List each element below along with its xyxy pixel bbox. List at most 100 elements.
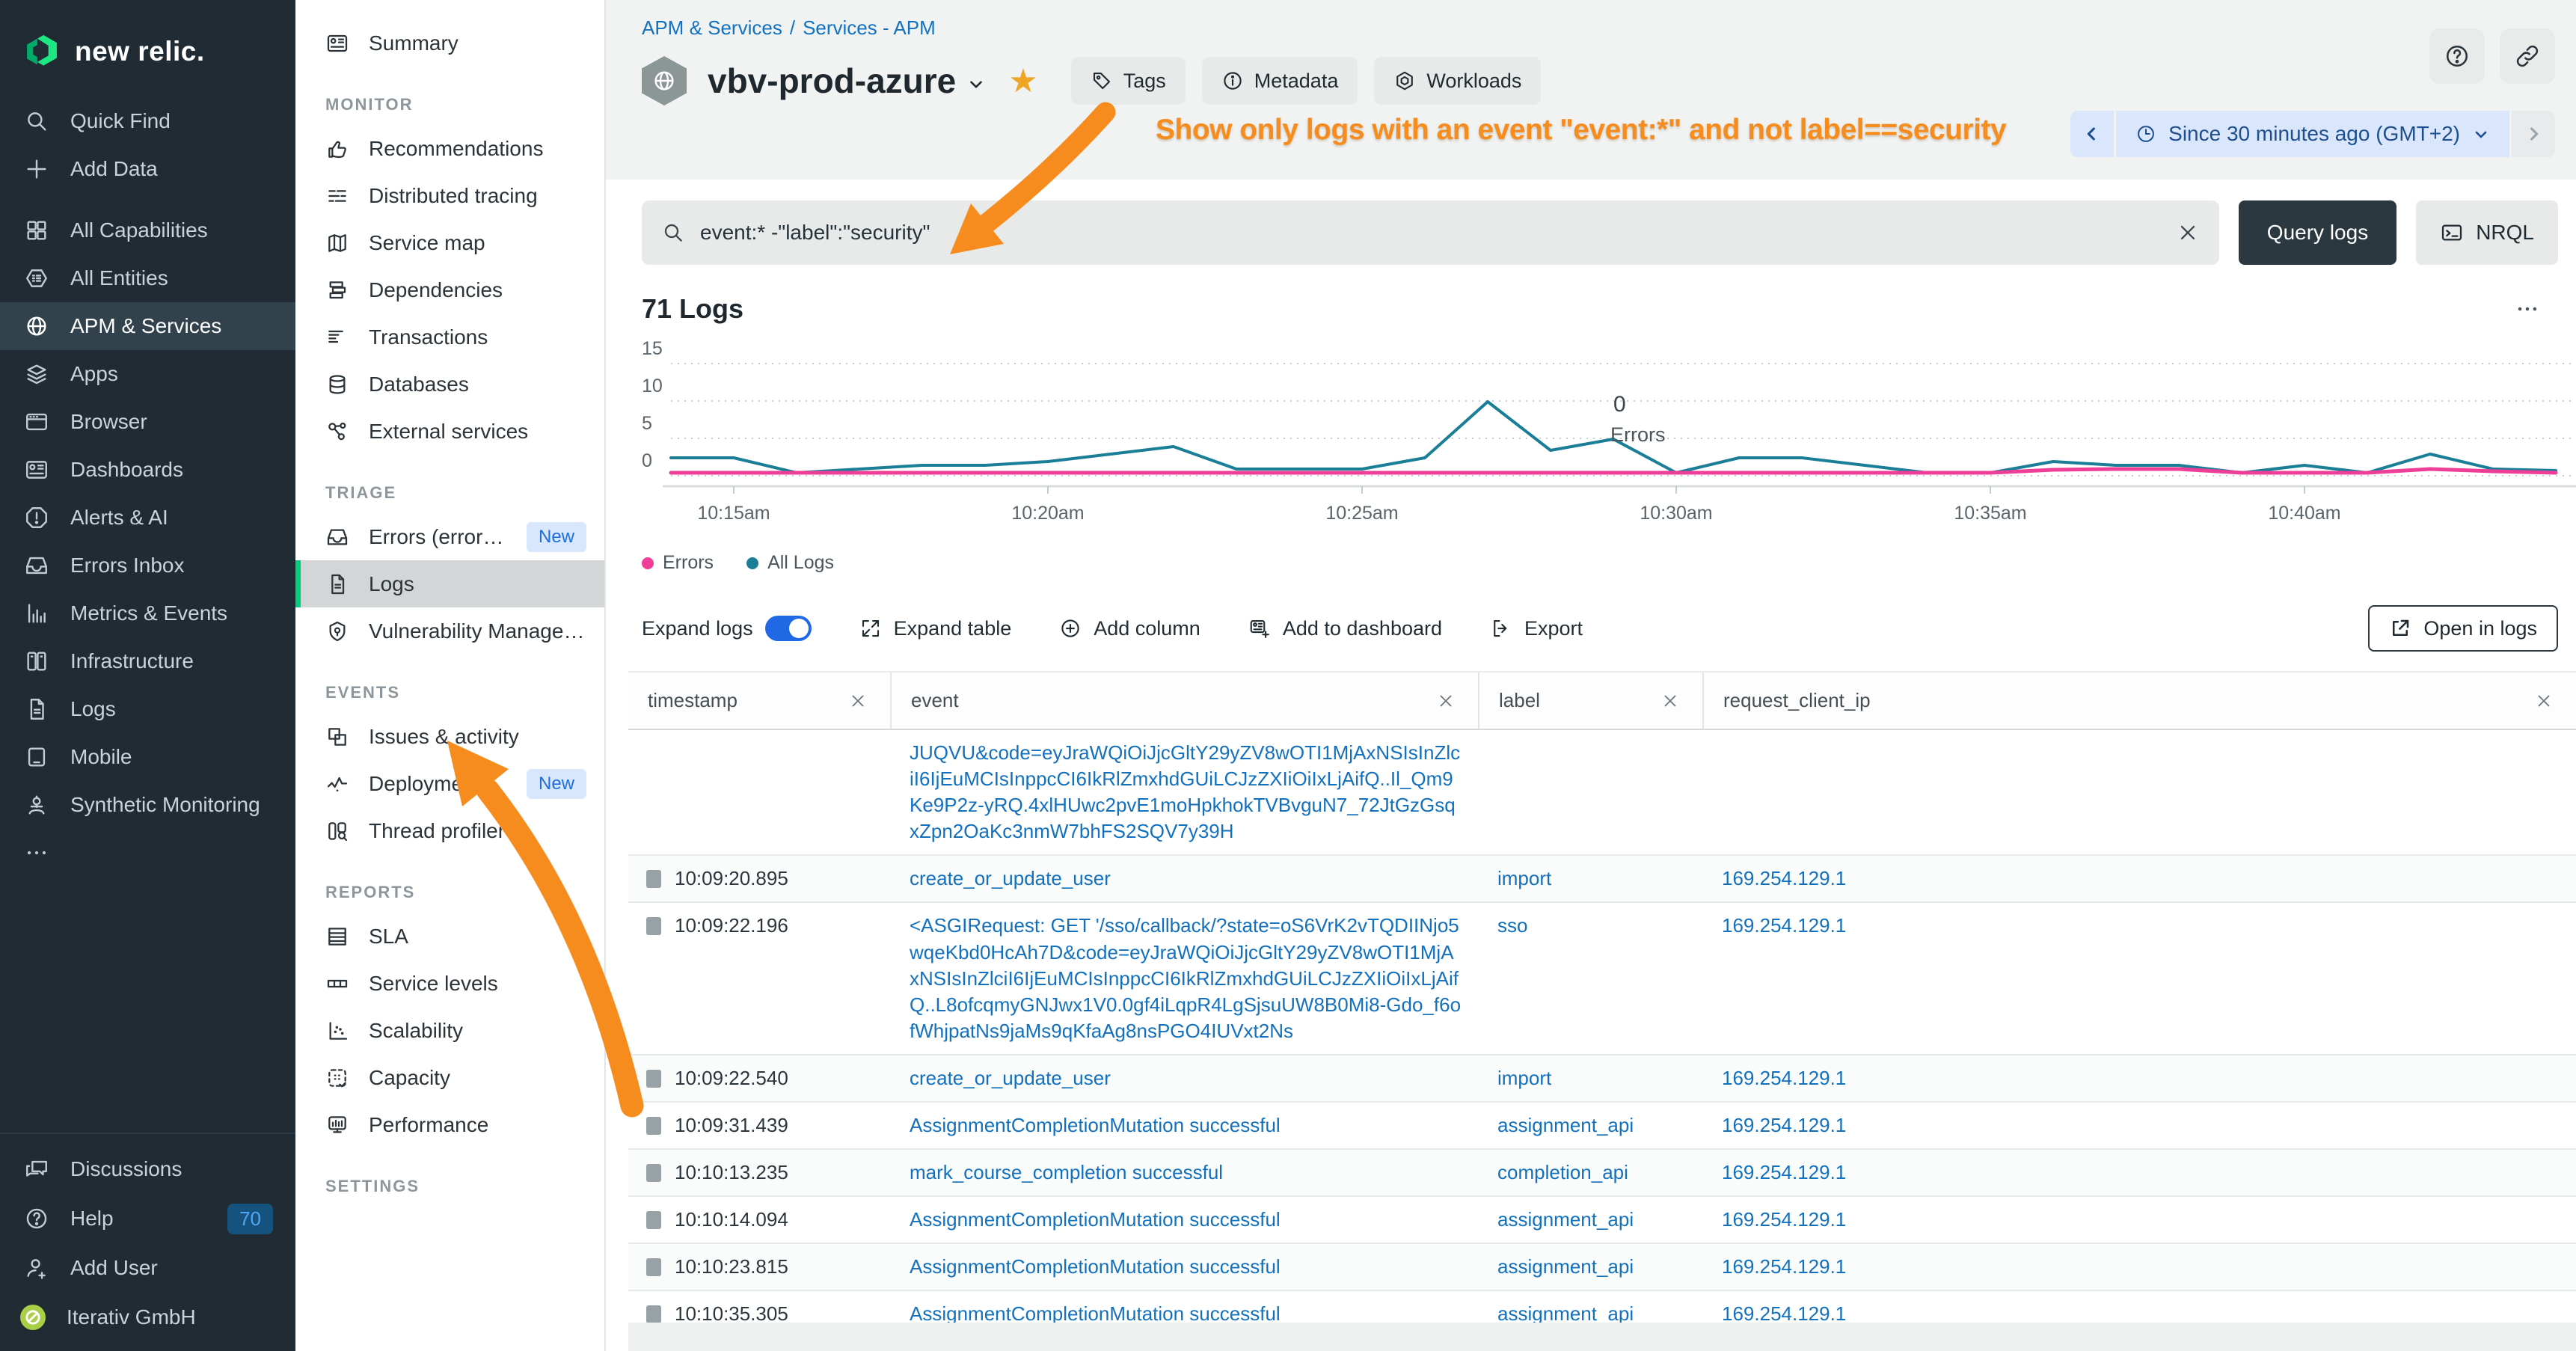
remove-column-button[interactable] <box>848 691 875 711</box>
sidebar-item-add-data[interactable]: Add Data <box>0 145 295 193</box>
subnav-item-logs[interactable]: Logs <box>295 560 604 607</box>
chevron-down-icon[interactable] <box>966 75 986 94</box>
table-row[interactable]: 10:09:20.895create_or_update_userimport1… <box>628 856 2576 903</box>
clear-query-button[interactable] <box>2176 221 2200 245</box>
subnav-item-capacity[interactable]: Capacity <box>295 1054 604 1101</box>
table-row[interactable]: JUQVU&code=eyJraWQiOiJjcGltY29yZV8wOTI1M… <box>628 730 2576 856</box>
remove-column-button[interactable] <box>1660 691 1687 711</box>
sidebar-footer-item-discussions[interactable]: Discussions <box>0 1145 295 1194</box>
remove-column-button[interactable] <box>2534 691 2561 711</box>
subnav-item-dependencies[interactable]: Dependencies <box>295 266 604 313</box>
event-link[interactable]: AssignmentCompletionMutation successful <box>910 1208 1281 1231</box>
event-link[interactable]: create_or_update_user <box>910 1067 1111 1089</box>
subnav-item-service-map[interactable]: Service map <box>295 219 604 266</box>
sidebar-item-mobile[interactable]: Mobile <box>0 733 295 781</box>
event-link[interactable]: AssignmentCompletionMutation successful <box>910 1255 1281 1278</box>
nrql-button[interactable]: NRQL <box>2416 200 2558 265</box>
log-row-marker[interactable] <box>646 1211 661 1229</box>
request-client-ip-link[interactable]: 169.254.129.1 <box>1722 867 1846 889</box>
log-row-marker[interactable] <box>646 917 661 935</box>
sidebar-item-more[interactable] <box>0 829 295 877</box>
log-row-marker[interactable] <box>646 1117 661 1135</box>
label-link[interactable]: assignment_api <box>1497 1208 1634 1231</box>
breadcrumb-services-apm[interactable]: Services - APM <box>803 16 936 39</box>
sidebar-item-apm-services[interactable]: APM & Services <box>0 302 295 350</box>
query-logs-button[interactable]: Query logs <box>2239 200 2396 265</box>
workloads-button[interactable]: Workloads <box>1374 57 1541 105</box>
help-button[interactable] <box>2429 28 2485 84</box>
request-client-ip-link[interactable]: 169.254.129.1 <box>1722 1161 1846 1183</box>
log-row-marker[interactable] <box>646 1164 661 1182</box>
subnav-item-sla[interactable]: SLA <box>295 913 604 960</box>
sidebar-item-quick-find[interactable]: Quick Find <box>0 97 295 145</box>
favorite-star-icon[interactable]: ★ <box>1008 62 1037 100</box>
sidebar-item-infrastructure[interactable]: Infrastructure <box>0 637 295 685</box>
event-link[interactable]: JUQVU&code=eyJraWQiOiJjcGltY29yZV8wOTI1M… <box>910 741 1460 842</box>
page-title[interactable]: vbv-prod-azure <box>708 61 956 101</box>
event-link[interactable]: AssignmentCompletionMutation successful <box>910 1114 1281 1136</box>
subnav-item-vulnerability-management[interactable]: Vulnerability Management <box>295 607 604 655</box>
sidebar-footer-item-help[interactable]: Help70 <box>0 1194 295 1243</box>
table-row[interactable]: 10:09:31.439AssignmentCompletionMutation… <box>628 1103 2576 1150</box>
legend-item-all-logs[interactable]: All Logs <box>746 552 834 574</box>
permalink-button[interactable] <box>2500 28 2555 84</box>
sidebar-item-errors-inbox[interactable]: Errors Inbox <box>0 542 295 589</box>
sidebar-item-synthetic-monitoring[interactable]: Synthetic Monitoring <box>0 781 295 829</box>
event-link[interactable]: mark_course_completion successful <box>910 1161 1223 1183</box>
sidebar-item-all-entities[interactable]: All Entities <box>0 254 295 302</box>
label-link[interactable]: assignment_api <box>1497 1114 1634 1136</box>
time-range-next-button[interactable] <box>2512 111 2555 157</box>
subnav-item-service-levels[interactable]: Service levels <box>295 960 604 1007</box>
table-row[interactable]: 10:10:14.094AssignmentCompletionMutation… <box>628 1197 2576 1244</box>
label-link[interactable]: import <box>1497 867 1551 889</box>
sidebar-item-browser[interactable]: Browser <box>0 398 295 446</box>
request-client-ip-link[interactable]: 169.254.129.1 <box>1722 1114 1846 1136</box>
subnav-item-transactions[interactable]: Transactions <box>295 313 604 361</box>
log-row-marker[interactable] <box>646 1305 661 1323</box>
remove-column-button[interactable] <box>1436 691 1463 711</box>
sidebar-item-all-capabilities[interactable]: All Capabilities <box>0 206 295 254</box>
subnav-item-scalability[interactable]: Scalability <box>295 1007 604 1054</box>
subnav-item-errors-errors-inb[interactable]: Errors (errors inb...New <box>295 513 604 560</box>
sidebar-item-apps[interactable]: Apps <box>0 350 295 398</box>
open-in-logs-button[interactable]: Open in logs <box>2368 605 2558 652</box>
event-link[interactable]: create_or_update_user <box>910 867 1111 889</box>
table-row[interactable]: 10:09:22.540create_or_update_userimport1… <box>628 1056 2576 1103</box>
export-button[interactable]: Export <box>1490 617 1583 640</box>
log-query-input[interactable] <box>700 221 2161 245</box>
subnav-item-deployments[interactable]: DeploymentsNew <box>295 760 604 807</box>
request-client-ip-link[interactable]: 169.254.129.1 <box>1722 1067 1846 1089</box>
subnav-item-recommendations[interactable]: Recommendations <box>295 125 604 172</box>
label-link[interactable]: assignment_api <box>1497 1255 1634 1278</box>
subnav-item-thread-profiler[interactable]: Thread profiler <box>295 807 604 854</box>
subnav-item-distributed-tracing[interactable]: Distributed tracing <box>295 172 604 219</box>
sidebar-item-alerts-ai[interactable]: Alerts & AI <box>0 494 295 542</box>
subnav-item-summary[interactable]: Summary <box>295 19 604 67</box>
request-client-ip-link[interactable]: 169.254.129.1 <box>1722 914 1846 937</box>
sidebar-item-metrics-events[interactable]: Metrics & Events <box>0 589 295 637</box>
sidebar-item-dashboards[interactable]: Dashboards <box>0 446 295 494</box>
label-link[interactable]: sso <box>1497 914 1527 937</box>
request-client-ip-link[interactable]: 169.254.129.1 <box>1722 1255 1846 1278</box>
table-row[interactable]: 10:09:22.196<ASGIRequest: GET '/sso/call… <box>628 903 2576 1055</box>
log-row-marker[interactable] <box>646 1070 661 1088</box>
metadata-button[interactable]: Metadata <box>1202 57 1358 105</box>
subnav-item-external-services[interactable]: External services <box>295 408 604 455</box>
label-link[interactable]: import <box>1497 1067 1551 1089</box>
request-client-ip-link[interactable]: 169.254.129.1 <box>1722 1302 1846 1325</box>
chart-menu-button[interactable] <box>2515 296 2540 322</box>
log-row-marker[interactable] <box>646 1258 661 1276</box>
sidebar-item-logs[interactable]: Logs <box>0 685 295 733</box>
add-column-button[interactable]: Add column <box>1059 617 1200 640</box>
subnav-item-issues-activity[interactable]: Issues & activity <box>295 713 604 760</box>
add-to-dashboard-button[interactable]: Add to dashboard <box>1248 617 1442 640</box>
brand-logo[interactable]: new relic. <box>0 0 295 81</box>
expand-logs-toggle[interactable] <box>765 616 812 641</box>
event-link[interactable]: AssignmentCompletionMutation successful <box>910 1302 1281 1325</box>
label-link[interactable]: completion_api <box>1497 1161 1628 1183</box>
logs-timeseries-chart[interactable]: 05101510:15am10:20am10:25am10:30am10:35a… <box>642 328 2558 545</box>
legend-item-errors[interactable]: Errors <box>642 552 714 574</box>
table-row[interactable]: 10:10:13.235mark_course_completion succe… <box>628 1150 2576 1197</box>
sidebar-footer-item-add-user[interactable]: Add User <box>0 1243 295 1293</box>
tags-button[interactable]: Tags <box>1071 57 1186 105</box>
